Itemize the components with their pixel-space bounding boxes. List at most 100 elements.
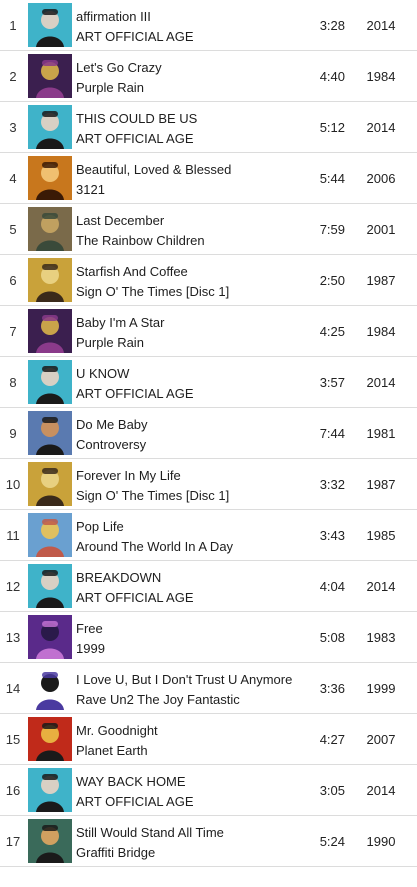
album-name: Controversy [76,437,147,452]
track-number: 17 [5,834,21,849]
track-number: 15 [5,732,21,747]
track-number: 7 [9,324,17,339]
album-name: Rave Un2 The Joy Fantastic [76,692,240,707]
track-duration: 7:44 [319,426,345,441]
release-year: 2001 [366,222,396,237]
track-duration: 5:08 [319,630,345,645]
album-art-image [28,156,72,200]
release-year: 1984 [366,324,396,339]
track-duration: 3:32 [319,477,345,492]
album-art-image [28,105,72,149]
track-row[interactable]: 9 Do Me Baby Controversy 7:44 1981 [0,408,417,459]
track-duration: 5:24 [319,834,345,849]
album-name: Sign O' The Times [Disc 1] [76,284,230,299]
track-duration: 7:59 [319,222,345,237]
album-name: Graffiti Bridge [76,845,156,860]
release-year: 1987 [366,273,396,288]
track-title: I Love U, But I Don't Trust U Anymore [76,672,293,687]
track-title: Pop Life [76,519,124,534]
track-row[interactable]: 7 Baby I'm A Star Purple Rain 4:25 1984 [0,306,417,357]
album-name: Planet Earth [76,743,148,758]
track-number: 4 [9,171,17,186]
track-title: Still Would Stand All Time [76,825,224,840]
track-duration: 4:04 [319,579,345,594]
track-row[interactable]: 12 BREAKDOWN ART OFFICIAL AGE 4:04 2014 [0,561,417,612]
track-number: 6 [9,273,17,288]
album-name: The Rainbow Children [76,233,205,248]
track-row[interactable]: 15 Mr. Goodnight Planet Earth 4:27 2007 [0,714,417,765]
album-art-image [28,309,72,353]
track-title: Forever In My Life [76,468,181,483]
album-art-image [28,819,72,863]
track-row[interactable]: 10 Forever In My Life Sign O' The Times … [0,459,417,510]
track-row[interactable]: 14 I Love U, But I Don't Trust U Anymore… [0,663,417,714]
album-art-image [28,768,72,812]
track-title: Mr. Goodnight [76,723,158,738]
track-list: 1 affirmation III ART OFFICIAL AGE 3:28 … [0,0,417,867]
track-title: Last December [76,213,165,228]
track-number: 14 [5,681,21,696]
track-number: 13 [5,630,21,645]
release-year: 1999 [366,681,396,696]
track-duration: 5:44 [319,171,345,186]
track-row[interactable]: 13 Free 1999 5:08 1983 [0,612,417,663]
album-art-image [28,54,72,98]
album-name: ART OFFICIAL AGE [76,29,194,44]
track-duration: 3:57 [319,375,345,390]
album-name: ART OFFICIAL AGE [76,386,194,401]
track-title: Beautiful, Loved & Blessed [76,162,232,177]
track-row[interactable]: 16 WAY BACK HOME ART OFFICIAL AGE 3:05 2… [0,765,417,816]
track-number: 16 [5,783,21,798]
track-number: 2 [9,69,17,84]
track-title: Free [76,621,103,636]
track-row[interactable]: 4 Beautiful, Loved & Blessed 3121 5:44 2… [0,153,417,204]
release-year: 1983 [366,630,396,645]
track-duration: 4:27 [319,732,345,747]
track-row[interactable]: 3 THIS COULD BE US ART OFFICIAL AGE 5:12… [0,102,417,153]
track-title: Let's Go Crazy [76,60,162,75]
track-row[interactable]: 11 Pop Life Around The World In A Day 3:… [0,510,417,561]
track-number: 3 [9,120,17,135]
track-row[interactable]: 5 Last December The Rainbow Children 7:5… [0,204,417,255]
track-row[interactable]: 1 affirmation III ART OFFICIAL AGE 3:28 … [0,0,417,51]
track-duration: 5:12 [319,120,345,135]
album-art-image [28,615,72,659]
album-art-image [28,360,72,404]
track-number: 5 [9,222,17,237]
track-row[interactable]: 8 U KNOW ART OFFICIAL AGE 3:57 2014 [0,357,417,408]
album-name: ART OFFICIAL AGE [76,590,194,605]
release-year: 2006 [366,171,396,186]
release-year: 2014 [366,18,396,33]
track-title: WAY BACK HOME [76,774,186,789]
release-year: 2014 [366,375,396,390]
release-year: 2014 [366,783,396,798]
track-row[interactable]: 6 Starfish And Coffee Sign O' The Times … [0,255,417,306]
track-row[interactable]: 17 Still Would Stand All Time Graffiti B… [0,816,417,867]
track-duration: 3:36 [319,681,345,696]
album-art-image [28,3,72,47]
release-year: 1987 [366,477,396,492]
track-number: 12 [5,579,21,594]
track-number: 8 [9,375,17,390]
album-art-image [28,513,72,557]
album-art-image [28,207,72,251]
track-title: U KNOW [76,366,130,381]
release-year: 2014 [366,120,396,135]
release-year: 2014 [366,579,396,594]
track-duration: 4:40 [319,69,345,84]
track-duration: 4:25 [319,324,345,339]
track-number: 11 [6,528,20,543]
album-art-image [28,258,72,302]
track-number: 10 [5,477,21,492]
track-row[interactable]: 2 Let's Go Crazy Purple Rain 4:40 1984 [0,51,417,102]
track-title: Do Me Baby [76,417,148,432]
track-title: affirmation III [76,9,151,24]
album-name: Purple Rain [76,80,144,95]
track-duration: 2:50 [319,273,345,288]
release-year: 1990 [366,834,396,849]
track-title: BREAKDOWN [76,570,162,585]
album-art-image [28,564,72,608]
release-year: 1985 [366,528,396,543]
track-duration: 3:28 [319,18,345,33]
album-art-image [28,462,72,506]
